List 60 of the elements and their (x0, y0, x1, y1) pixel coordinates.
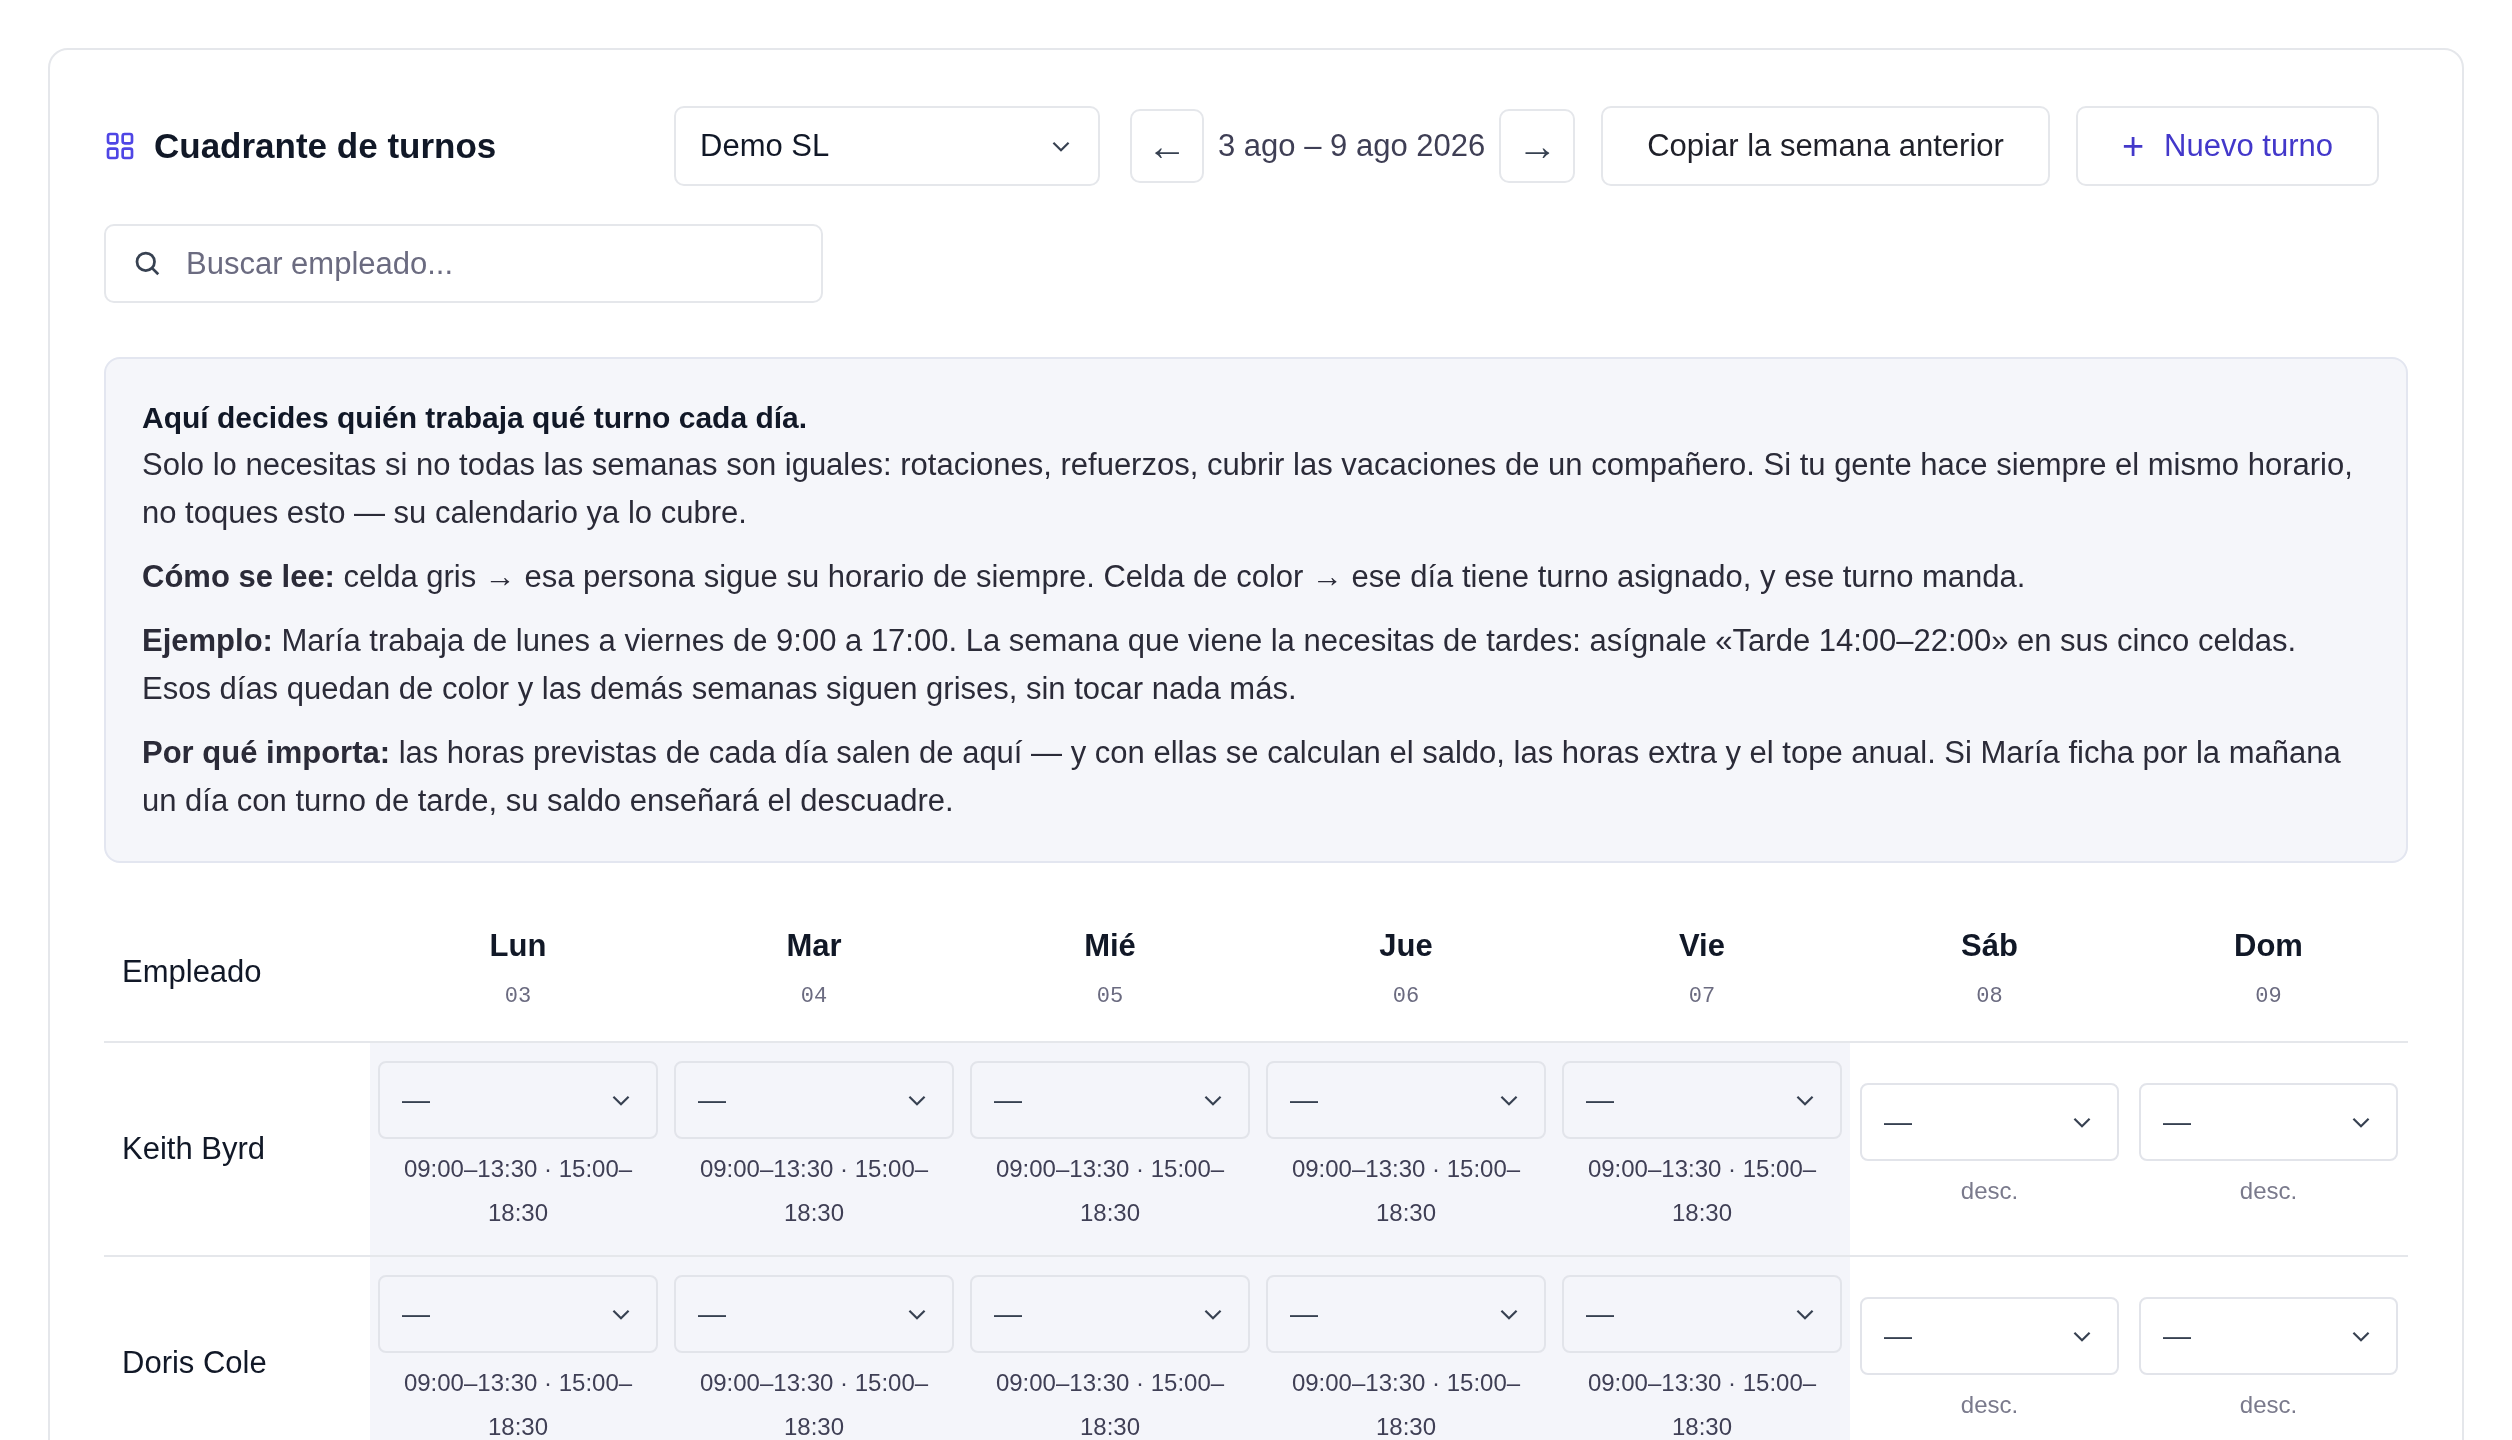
day-number: 09 (2255, 982, 2282, 1011)
schedule-note: 09:00–13:30 · 15:00–18:30 (994, 1368, 1226, 1440)
date-range: 3 ago – 9 ago 2026 (1218, 126, 1486, 165)
schedule-note: 09:00–13:30 · 15:00–18:30 (994, 1154, 1226, 1228)
next-week-button[interactable]: → (1499, 109, 1576, 183)
schedule-note: desc. (1959, 1390, 2020, 1420)
shift-select[interactable]: — (1266, 1275, 1546, 1353)
day-number: 03 (504, 982, 532, 1011)
search-field[interactable]: Buscar empleado... (104, 224, 823, 303)
info-paragraph: Ejemplo: María trabaja de lunes a viernes de 9:00 a 17:00. La semana que viene la necesitas de tardes: asígnale «Tarde 14:00–22:00» en sus cinco celdas. Esos días quedan de color y las demás semanas siguen grises, sin tocar nada más. (142, 622, 2298, 708)
shift-select[interactable]: — (378, 1275, 658, 1353)
day-header: Sáb (1961, 927, 2018, 966)
employee-name: Doris Cole (122, 1343, 267, 1382)
previous-week-button[interactable]: ← (1130, 109, 1204, 183)
schedule-note: 09:00–13:30 · 15:00–18:30 (1586, 1368, 1818, 1440)
day-number: 08 (1976, 982, 2003, 1011)
info-paragraph: Solo lo necesitas si no todas las semanas son iguales: rotaciones, refuerzos, cubrir las vacaciones de un compañero. Si tu gente hace siempre el mismo horario, no toques esto — su calendario ya lo cubre. (142, 446, 2354, 532)
day-number: 04 (800, 982, 828, 1011)
day-header: Mié (1084, 927, 1136, 966)
day-number: 05 (1096, 982, 1124, 1011)
schedule-note: desc. (2238, 1176, 2299, 1206)
shift-select[interactable]: — (1562, 1275, 1842, 1353)
shift-select[interactable]: — (1860, 1297, 2119, 1375)
shift-select[interactable]: — (674, 1061, 954, 1139)
shift-select[interactable]: — (378, 1061, 658, 1139)
schedule-note: 09:00–13:30 · 15:00–18:30 (698, 1154, 930, 1228)
day-header: Jue (1379, 927, 1433, 966)
schedule-note: 09:00–13:30 · 15:00–18:30 (402, 1154, 634, 1228)
plus-icon: + (2121, 127, 2145, 165)
info-heading: Aquí decides quién trabaja qué turno cada día. (142, 400, 809, 436)
shift-select[interactable]: — (970, 1275, 1250, 1353)
shift-select[interactable]: — (2139, 1297, 2398, 1375)
shift-select[interactable]: — (1860, 1083, 2119, 1161)
shift-select[interactable]: — (1562, 1061, 1842, 1139)
column-header: Empleado (122, 952, 262, 991)
schedule-note: 09:00–13:30 · 15:00–18:30 (1290, 1154, 1522, 1228)
day-number: 07 (1688, 982, 1716, 1011)
employee-name: Keith Byrd (122, 1129, 265, 1168)
company-select[interactable]: Demo SL (674, 106, 1100, 186)
grid-icon (104, 130, 136, 162)
day-header: Lun (489, 927, 547, 966)
info-paragraph: Cómo se lee: celda gris → esa persona sigue su horario de siempre. Celda de color → ese día tiene turno asignado, y ese turno manda. (142, 558, 2027, 596)
schedule-note: desc. (1959, 1176, 2020, 1206)
page-title: Cuadrante de turnos (154, 124, 498, 167)
schedule-note: 09:00–13:30 · 15:00–18:30 (1586, 1154, 1818, 1228)
day-number: 06 (1392, 982, 1420, 1011)
schedule-note: 09:00–13:30 · 15:00–18:30 (402, 1368, 634, 1440)
schedule-note: desc. (2238, 1390, 2299, 1420)
shift-select[interactable]: — (970, 1061, 1250, 1139)
schedule-note: 09:00–13:30 · 15:00–18:30 (1290, 1368, 1522, 1440)
new-shift-button[interactable]: + Nuevo turno (2075, 106, 2379, 186)
day-header: Vie (1679, 927, 1725, 966)
schedule-note: 09:00–13:30 · 15:00–18:30 (698, 1368, 930, 1440)
shift-select[interactable]: — (674, 1275, 954, 1353)
day-header: Mar (786, 927, 842, 966)
shift-select[interactable]: — (1266, 1061, 1546, 1139)
day-header: Dom (2234, 927, 2303, 966)
copy-week-button[interactable]: Copiar la semana anterior (1601, 106, 2050, 186)
info-paragraph: Por qué importa: las horas previstas de cada día salen de aquí — y con ellas se calculan el saldo, las horas extra y el tope anual. Si María ficha por la mañana un día con turno de tarde, su saldo enseñará el descuadre. (142, 734, 2342, 820)
shift-select[interactable]: — (2139, 1083, 2398, 1161)
